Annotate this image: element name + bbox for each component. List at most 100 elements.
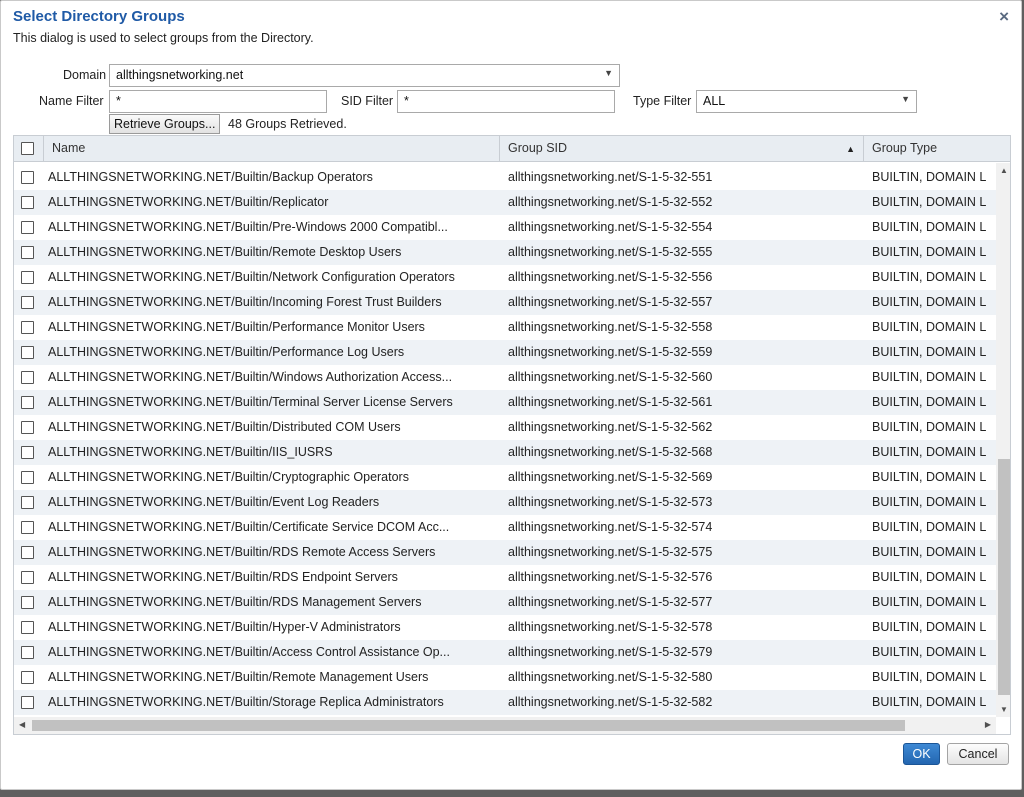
table-row[interactable]: ALLTHINGSNETWORKING.NET/Builtin/RDS Remo… (14, 540, 996, 565)
table-row[interactable]: ALLTHINGSNETWORKING.NET/Builtin/Network … (14, 265, 996, 290)
scroll-left-icon[interactable]: ◀ (19, 720, 25, 729)
table-row[interactable]: ALLTHINGSNETWORKING.NET/Builtin/Certific… (14, 515, 996, 540)
row-checkbox[interactable] (21, 296, 34, 309)
domain-select[interactable]: allthingsnetworking.net ▼ (109, 64, 620, 87)
table-row[interactable]: ALLTHINGSNETWORKING.NET/Builtin/Backup O… (14, 165, 996, 190)
sid-filter-input[interactable]: * (397, 90, 615, 113)
table-row[interactable]: ALLTHINGSNETWORKING.NET/Builtin/Distribu… (14, 415, 996, 440)
table-row[interactable]: ALLTHINGSNETWORKING.NET/Builtin/RDS Endp… (14, 565, 996, 590)
row-checkbox[interactable] (21, 596, 34, 609)
group-sid-cell: allthingsnetworking.net/S-1-5-32-555 (508, 245, 713, 259)
group-type-cell: BUILTIN, DOMAIN L (872, 670, 987, 684)
row-checkbox[interactable] (21, 696, 34, 709)
group-name-cell: ALLTHINGSNETWORKING.NET/Builtin/Incoming… (48, 295, 442, 309)
row-checkbox[interactable] (21, 196, 34, 209)
table-row[interactable]: ALLTHINGSNETWORKING.NET/Builtin/Pre-Wind… (14, 215, 996, 240)
column-header-label: Name (52, 141, 86, 155)
retrieved-status: 48 Groups Retrieved. (228, 117, 347, 131)
table-row[interactable]: ALLTHINGSNETWORKING.NET/Builtin/Cryptogr… (14, 465, 996, 490)
retrieve-groups-button[interactable]: Retrieve Groups... (109, 114, 221, 134)
chevron-down-icon: ▼ (604, 68, 613, 78)
cancel-button[interactable]: Cancel (947, 743, 1009, 765)
group-sid-cell: allthingsnetworking.net/S-1-5-32-573 (508, 495, 713, 509)
group-sid-cell: allthingsnetworking.net/S-1-5-32-559 (508, 345, 713, 359)
group-type-cell: BUILTIN, DOMAIN L (872, 420, 987, 434)
row-checkbox[interactable] (21, 646, 34, 659)
row-checkbox[interactable] (21, 546, 34, 559)
table-row[interactable]: ALLTHINGSNETWORKING.NET/Builtin/Performa… (14, 340, 996, 365)
table-row[interactable]: ALLTHINGSNETWORKING.NET/Builtin/Access C… (14, 640, 996, 665)
table-row[interactable]: ALLTHINGSNETWORKING.NET/Builtin/Incoming… (14, 290, 996, 315)
table-row[interactable]: ALLTHINGSNETWORKING.NET/Builtin/Replicat… (14, 190, 996, 215)
row-checkbox[interactable] (21, 571, 34, 584)
table-row[interactable]: ALLTHINGSNETWORKING.NET/Builtin/IIS_IUSR… (14, 440, 996, 465)
horizontal-scroll-thumb[interactable] (32, 720, 905, 731)
row-checkbox[interactable] (21, 271, 34, 284)
type-filter-select[interactable]: ALL ▼ (696, 90, 917, 113)
table-row[interactable]: ALLTHINGSNETWORKING.NET/Builtin/Remote M… (14, 665, 996, 690)
sort-ascending-icon: ▲ (846, 144, 855, 154)
group-sid-cell: allthingsnetworking.net/S-1-5-32-569 (508, 470, 713, 484)
scroll-right-icon[interactable]: ▶ (985, 720, 991, 729)
group-sid-cell: allthingsnetworking.net/S-1-5-32-576 (508, 570, 713, 584)
row-checkbox[interactable] (21, 446, 34, 459)
group-type-cell: BUILTIN, DOMAIN L (872, 695, 987, 709)
group-name-cell: ALLTHINGSNETWORKING.NET/Builtin/Performa… (48, 345, 405, 359)
row-checkbox[interactable] (21, 221, 34, 234)
row-checkbox[interactable] (21, 346, 34, 359)
row-checkbox[interactable] (21, 371, 34, 384)
group-name-cell: ALLTHINGSNETWORKING.NET/Builtin/Storage … (48, 695, 444, 709)
row-checkbox[interactable] (21, 421, 34, 434)
column-header-group-sid[interactable]: Group SID ▲ (500, 136, 864, 162)
column-header-group-type[interactable]: Group Type (864, 136, 1010, 162)
row-checkbox[interactable] (21, 621, 34, 634)
select-directory-groups-dialog: Select Directory Groups This dialog is u… (0, 0, 1022, 790)
scroll-down-icon[interactable]: ▼ (1000, 705, 1008, 714)
group-sid-cell: allthingsnetworking.net/S-1-5-32-577 (508, 595, 713, 609)
group-sid-cell: allthingsnetworking.net/S-1-5-32-580 (508, 670, 713, 684)
table-row[interactable]: ALLTHINGSNETWORKING.NET/Builtin/Event Lo… (14, 490, 996, 515)
row-checkbox[interactable] (21, 496, 34, 509)
group-name-cell: ALLTHINGSNETWORKING.NET/Builtin/Access C… (48, 645, 450, 659)
group-sid-cell: allthingsnetworking.net/S-1-5-32-556 (508, 270, 713, 284)
group-sid-cell: allthingsnetworking.net/S-1-5-32-575 (508, 545, 713, 559)
group-type-cell: BUILTIN, DOMAIN L (872, 170, 987, 184)
table-row[interactable]: ALLTHINGSNETWORKING.NET/Builtin/Terminal… (14, 390, 996, 415)
group-sid-cell: allthingsnetworking.net/S-1-5-32-562 (508, 420, 713, 434)
group-name-cell: ALLTHINGSNETWORKING.NET/Builtin/Remote D… (48, 245, 402, 259)
row-checkbox[interactable] (21, 396, 34, 409)
domain-label: Domain (63, 68, 107, 82)
group-type-cell: BUILTIN, DOMAIN L (872, 545, 987, 559)
groups-table: Name Group SID ▲ Group Type ALLTHINGSNET… (13, 135, 1011, 735)
select-all-checkbox[interactable] (21, 142, 34, 155)
group-name-cell: ALLTHINGSNETWORKING.NET/Builtin/Hyper-V … (48, 620, 401, 634)
close-icon[interactable]: × (999, 7, 1009, 27)
scroll-up-icon[interactable]: ▲ (1000, 166, 1008, 175)
table-row[interactable]: ALLTHINGSNETWORKING.NET/Builtin/Windows … (14, 365, 996, 390)
vertical-scroll-thumb[interactable] (998, 459, 1010, 695)
row-checkbox[interactable] (21, 171, 34, 184)
row-checkbox[interactable] (21, 671, 34, 684)
row-checkbox[interactable] (21, 246, 34, 259)
table-row[interactable]: ALLTHINGSNETWORKING.NET/Builtin/Storage … (14, 690, 996, 715)
group-name-cell: ALLTHINGSNETWORKING.NET/Builtin/RDS Remo… (48, 545, 436, 559)
group-name-cell: ALLTHINGSNETWORKING.NET/Builtin/Event Lo… (48, 495, 380, 509)
table-row[interactable]: ALLTHINGSNETWORKING.NET/Builtin/Remote D… (14, 240, 996, 265)
group-name-cell: ALLTHINGSNETWORKING.NET/Builtin/Network … (48, 270, 455, 284)
horizontal-scrollbar[interactable]: ◀ ▶ (14, 717, 996, 734)
vertical-scrollbar[interactable]: ▲ ▼ (996, 163, 1010, 717)
type-filter-label: Type Filter (633, 94, 692, 108)
table-row[interactable]: ALLTHINGSNETWORKING.NET/Builtin/Performa… (14, 315, 996, 340)
ok-button[interactable]: OK (903, 743, 940, 765)
name-filter-input[interactable]: * (109, 90, 327, 113)
row-checkbox[interactable] (21, 321, 34, 334)
group-name-cell: ALLTHINGSNETWORKING.NET/Builtin/Performa… (48, 320, 425, 334)
table-row[interactable]: ALLTHINGSNETWORKING.NET/Builtin/RDS Mana… (14, 590, 996, 615)
row-checkbox[interactable] (21, 521, 34, 534)
row-checkbox[interactable] (21, 471, 34, 484)
group-type-cell: BUILTIN, DOMAIN L (872, 245, 987, 259)
group-name-cell: ALLTHINGSNETWORKING.NET/Builtin/Certific… (48, 520, 450, 534)
table-header: Name Group SID ▲ Group Type (14, 136, 1010, 162)
column-header-name[interactable]: Name (44, 136, 500, 162)
table-row[interactable]: ALLTHINGSNETWORKING.NET/Builtin/Hyper-V … (14, 615, 996, 640)
